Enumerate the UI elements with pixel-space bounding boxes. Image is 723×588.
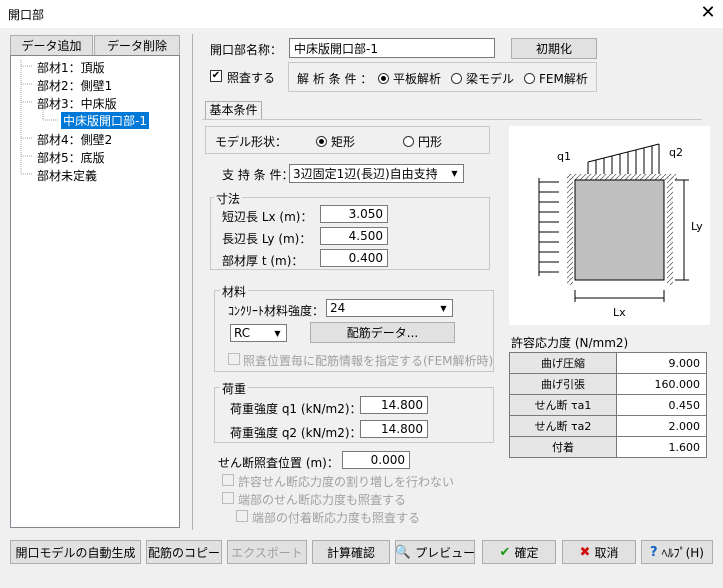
- end-bond-checkbox[interactable]: [236, 510, 248, 522]
- load-q2-input[interactable]: 14.800: [360, 420, 428, 438]
- no-increase-checkbox[interactable]: [222, 474, 234, 486]
- table-row: せん断 τa1 0.450: [509, 394, 707, 416]
- cancel-button[interactable]: ✖ 取消: [562, 540, 636, 564]
- load-title: 荷重: [220, 380, 249, 397]
- opening-name-label: 開口部名称：: [210, 43, 283, 57]
- concrete-strength-select[interactable]: 24 ▼: [326, 299, 453, 317]
- short-side-label: 短辺長 Lx (m)：: [222, 210, 313, 224]
- delete-data-button[interactable]: データ削除: [94, 35, 180, 56]
- close-icon[interactable]: ✕: [696, 2, 720, 26]
- add-data-button[interactable]: データ追加: [10, 35, 93, 56]
- radio-circle[interactable]: 円形: [403, 133, 442, 150]
- end-shear-checkbox[interactable]: [222, 492, 234, 504]
- short-side-input[interactable]: 3.050: [320, 205, 388, 223]
- support-value: 3辺固定1辺(長辺)自由支持: [293, 167, 438, 181]
- tree-item-member4[interactable]: 部材4：側壁2: [37, 131, 112, 148]
- initialize-button[interactable]: 初期化: [511, 38, 597, 59]
- title-bar: [0, 0, 723, 28]
- auto-generate-button[interactable]: 開口モデルの自動生成: [10, 540, 141, 564]
- label-ly: Ly: [691, 220, 703, 233]
- check-checkbox[interactable]: ✔: [210, 70, 222, 82]
- shear-position-label: せん断照査位置 (m)：: [218, 456, 339, 470]
- help-button[interactable]: ? ﾍﾙﾌﾟ(H): [641, 540, 713, 564]
- export-button[interactable]: エクスポート: [227, 540, 307, 564]
- analysis-label: 解 析 条 件 ：: [297, 72, 373, 86]
- tree-item-opening1[interactable]: 中床版開口部-1: [61, 112, 149, 129]
- tree-item-member5[interactable]: 部材5：底版: [37, 149, 105, 166]
- copy-rebar-button[interactable]: 配筋のコピー: [146, 540, 222, 564]
- radio-fem[interactable]: FEM解析: [524, 70, 588, 87]
- radio-rect-icon: [316, 136, 327, 147]
- table-row: 付着 1.600: [509, 436, 707, 458]
- preview-button[interactable]: 🔍 プレビュー: [395, 540, 475, 564]
- member-type-select[interactable]: RC ▼: [230, 324, 287, 342]
- opening-name-input[interactable]: 中床版開口部-1: [289, 38, 495, 58]
- table-row: せん断 τa2 2.000: [509, 415, 707, 437]
- label-q1: q1: [557, 150, 571, 163]
- tree-item-member2[interactable]: 部材2：側壁1: [37, 77, 112, 94]
- tab-basic-conditions[interactable]: 基本条件: [205, 101, 262, 120]
- allowable-stress-table: 曲げ圧縮 9.000 曲げ引張 160.000 せん断 τa1 0.450 せん断 τ…: [509, 352, 707, 458]
- thickness-label: 部材厚 t (m)：: [222, 254, 304, 268]
- load-q1-input[interactable]: 14.800: [360, 396, 428, 414]
- cross-icon: ✖: [579, 544, 591, 560]
- tree-item-member3[interactable]: 部材3：中床版: [37, 95, 117, 112]
- end-shear-label: 端部のせん断応力度も照査する: [238, 493, 407, 507]
- radio-plate[interactable]: 平板解析: [378, 70, 441, 87]
- allowable-stress-title: 許容応力度 (N/mm2): [511, 336, 629, 350]
- slab-diagram-drawing: q1 q2 Ly Lx: [538, 143, 703, 319]
- question-icon: ?: [650, 544, 658, 560]
- ok-button[interactable]: ✔ 確定: [482, 540, 556, 564]
- material-title: 材料: [220, 283, 249, 300]
- load-q2-label: 荷重強度 q2 (kN/m2)：: [230, 426, 362, 440]
- support-label: 支 持 条 件：: [222, 168, 294, 182]
- radio-rect[interactable]: 矩形: [316, 133, 355, 150]
- concrete-strength-label: ｺﾝｸﾘｰﾄ材料強度：: [228, 304, 325, 318]
- tree-item-undefined[interactable]: 部材未定義: [37, 167, 97, 184]
- calc-confirm-button[interactable]: 計算確認: [312, 540, 390, 564]
- chevron-down-icon: ▼: [440, 303, 447, 313]
- per-position-checkbox[interactable]: [228, 353, 240, 365]
- rebar-data-button[interactable]: 配筋データ...: [310, 322, 455, 343]
- radio-plate-icon: [378, 73, 389, 84]
- support-select[interactable]: 3辺固定1辺(長辺)自由支持 ▼: [289, 164, 464, 183]
- no-increase-label: 許容せん断応力度の割り増しを行わない: [238, 475, 455, 489]
- chevron-down-icon: ▼: [274, 328, 281, 338]
- long-side-input[interactable]: 4.500: [320, 227, 388, 245]
- label-lx: Lx: [613, 306, 626, 319]
- chevron-down-icon: ▼: [451, 169, 458, 178]
- concrete-strength-value: 24: [330, 301, 346, 315]
- slab-diagram: q1 q2 Ly Lx: [509, 126, 710, 325]
- long-side-label: 長辺長 Ly (m)：: [222, 232, 312, 246]
- tree-item-member1[interactable]: 部材1：頂版: [37, 59, 105, 76]
- thickness-input[interactable]: 0.400: [320, 249, 388, 267]
- member-type-value: RC: [234, 326, 251, 340]
- check-icon: ✔: [499, 544, 511, 560]
- check-label: 照査する: [227, 71, 276, 85]
- shear-position-input[interactable]: 0.000: [342, 451, 410, 469]
- table-row: 曲げ引張 160.000: [509, 373, 707, 395]
- radio-fem-icon: [524, 73, 535, 84]
- per-position-label: 照査位置毎に配筋情報を指定する(FEM解析時): [243, 354, 494, 368]
- dimensions-title: 寸法: [214, 190, 243, 207]
- pane-divider: [192, 34, 193, 530]
- radio-beam[interactable]: 梁モデル: [451, 70, 514, 87]
- member-tree[interactable]: 部材1：頂版 部材2：側壁1 部材3：中床版 中床版開口部-1 部材4：側壁2 …: [10, 55, 180, 528]
- radio-beam-icon: [451, 73, 462, 84]
- end-bond-label: 端部の付着断応力度も照査する: [252, 511, 421, 525]
- shape-label: モデル形状：: [215, 135, 288, 149]
- table-row: 曲げ圧縮 9.000: [509, 352, 707, 374]
- window-title: 開口部: [8, 8, 45, 22]
- tab-underline: [202, 119, 702, 120]
- magnifier-icon: 🔍: [394, 544, 412, 560]
- radio-circle-icon: [403, 136, 414, 147]
- label-q2: q2: [669, 146, 683, 159]
- load-q1-label: 荷重強度 q1 (kN/m2)：: [230, 402, 362, 416]
